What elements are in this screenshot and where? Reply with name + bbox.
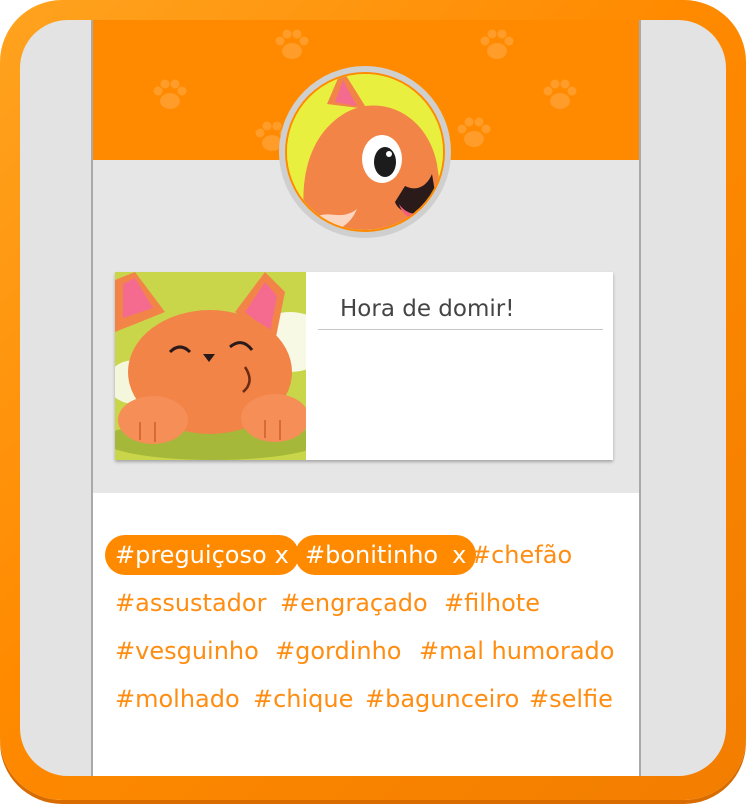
remove-tag-icon[interactable]: x: [452, 541, 466, 569]
profile-panel: Hora de domir! #preguiçoso x #bonitinho x …: [91, 20, 641, 776]
tag-suggestion[interactable]: #vesguinho: [115, 631, 259, 671]
tag-label: #bonitinho: [305, 541, 439, 569]
post-card: Hora de domir!: [115, 272, 613, 460]
selected-tag[interactable]: #preguiçoso x: [105, 535, 299, 575]
paw-print-icon: [480, 29, 514, 59]
post-caption-input[interactable]: Hora de domir!: [318, 292, 603, 330]
fox-avatar-image: [287, 74, 443, 230]
tag-label: #preguiçoso: [115, 541, 267, 569]
tag-suggestion[interactable]: #molhado: [115, 679, 240, 719]
tag-suggestion[interactable]: #chique: [253, 679, 353, 719]
tag-suggestion[interactable]: #selfie: [529, 679, 613, 719]
paw-print-icon: [275, 29, 309, 59]
paw-print-icon: [457, 117, 491, 147]
device-frame: Hora de domir! #preguiçoso x #bonitinho x …: [0, 0, 746, 800]
post-photo[interactable]: [115, 272, 306, 460]
tag-suggestion[interactable]: #gordinho: [275, 631, 401, 671]
paw-print-icon: [543, 79, 577, 109]
tag-suggestion[interactable]: #filhote: [444, 583, 540, 623]
profile-avatar[interactable]: [285, 72, 445, 232]
device-screen: Hora de domir! #preguiçoso x #bonitinho x …: [20, 20, 726, 776]
sleepy-fox-image: [115, 272, 306, 460]
remove-tag-icon[interactable]: x: [275, 541, 289, 569]
tag-suggestion[interactable]: #engraçado: [280, 583, 428, 623]
tag-suggestion[interactable]: #assustador: [115, 583, 266, 623]
tag-suggestion[interactable]: #chefão: [471, 535, 572, 575]
tag-suggestion[interactable]: #mal humorado: [419, 631, 614, 671]
selected-tag[interactable]: #bonitinho x: [295, 535, 477, 575]
paw-print-icon: [153, 79, 187, 109]
tags-area: #preguiçoso x #bonitinho x #chefão #assust…: [93, 493, 639, 776]
tag-suggestion[interactable]: #bagunceiro: [365, 679, 519, 719]
